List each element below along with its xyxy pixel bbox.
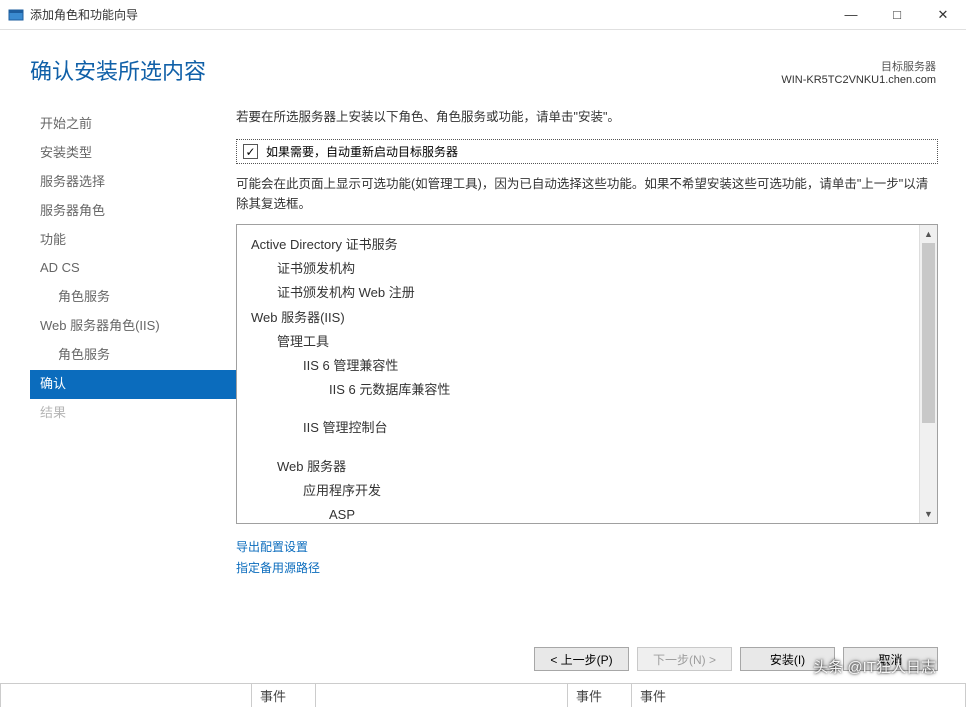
selections-listbox: Active Directory 证书服务证书颁发机构证书颁发机构 Web 注册… — [236, 224, 938, 524]
restart-checkbox-row[interactable]: ✓ 如果需要，自动重新启动目标服务器 — [236, 139, 938, 164]
status-strip: 事件 事件 事件 — [0, 683, 966, 707]
target-server-label: 目标服务器 — [781, 58, 936, 74]
nav-item-4[interactable]: 功能 — [30, 226, 236, 255]
status-cell-event3: 事件 — [632, 684, 966, 707]
page-header: 确认安装所选内容 目标服务器 WIN-KR5TC2VNKU1.chen.com — [0, 30, 966, 96]
scroll-up-icon[interactable]: ▲ — [920, 225, 937, 243]
list-item: IIS 6 元数据库兼容性 — [237, 378, 919, 402]
list-item: ASP — [237, 503, 919, 523]
minimize-button[interactable]: — — [828, 0, 874, 30]
app-icon — [8, 7, 24, 23]
nav-item-2[interactable]: 服务器选择 — [30, 168, 236, 197]
scroll-down-icon[interactable]: ▼ — [920, 505, 937, 523]
wizard-nav: 开始之前安装类型服务器选择服务器角色功能AD CS角色服务Web 服务器角色(I… — [30, 106, 236, 629]
nav-item-5[interactable]: AD CS — [30, 254, 236, 283]
target-server-box: 目标服务器 WIN-KR5TC2VNKU1.chen.com — [781, 54, 936, 86]
list-item: Web 服务器(IIS) — [237, 306, 919, 330]
links-area: 导出配置设置 指定备用源路径 — [236, 524, 938, 578]
status-cell-event1: 事件 — [252, 684, 316, 707]
restart-checkbox-label: 如果需要，自动重新启动目标服务器 — [266, 143, 458, 160]
cancel-button[interactable]: 取消 — [843, 647, 938, 671]
list-item: 应用程序开发 — [237, 479, 919, 503]
list-item: 管理工具 — [237, 330, 919, 354]
export-config-link[interactable]: 导出配置设置 — [236, 536, 938, 557]
nav-item-10: 结果 — [30, 399, 236, 428]
nav-item-3[interactable]: 服务器角色 — [30, 197, 236, 226]
selections-listbox-inner: Active Directory 证书服务证书颁发机构证书颁发机构 Web 注册… — [237, 225, 919, 523]
list-item: 证书颁发机构 — [237, 257, 919, 281]
list-item: IIS 管理控制台 — [237, 416, 919, 440]
maximize-button[interactable]: □ — [874, 0, 920, 30]
nav-item-0[interactable]: 开始之前 — [30, 110, 236, 139]
listbox-scrollbar[interactable]: ▲ ▼ — [919, 225, 937, 523]
nav-item-6[interactable]: 角色服务 — [30, 283, 236, 312]
list-item: Active Directory 证书服务 — [237, 233, 919, 257]
page-title: 确认安装所选内容 — [30, 54, 781, 86]
close-button[interactable]: ✕ — [920, 0, 966, 30]
list-item: Web 服务器 — [237, 455, 919, 479]
note-text: 可能会在此页面上显示可选功能(如管理工具)，因为已自动选择这些功能。如果不希望安… — [236, 174, 938, 214]
status-cell — [316, 684, 568, 707]
nav-item-9[interactable]: 确认 — [30, 370, 236, 399]
restart-checkbox[interactable]: ✓ — [243, 144, 258, 159]
next-button: 下一步(N) > — [637, 647, 732, 671]
nav-item-8[interactable]: 角色服务 — [30, 341, 236, 370]
target-server-name: WIN-KR5TC2VNKU1.chen.com — [781, 74, 936, 86]
intro-text: 若要在所选服务器上安装以下角色、角色服务或功能，请单击"安装"。 — [236, 106, 938, 125]
list-item: IIS 6 管理兼容性 — [237, 354, 919, 378]
install-button[interactable]: 安装(I) — [740, 647, 835, 671]
alt-source-path-link[interactable]: 指定备用源路径 — [236, 557, 938, 578]
title-bar: 添加角色和功能向导 — □ ✕ — [0, 0, 966, 30]
wizard-buttons: < 上一步(P) 下一步(N) > 安装(I) 取消 — [0, 629, 966, 683]
status-cell-event2: 事件 — [568, 684, 632, 707]
window-title: 添加角色和功能向导 — [30, 6, 828, 23]
status-cell — [0, 684, 252, 707]
nav-item-1[interactable]: 安装类型 — [30, 139, 236, 168]
nav-item-7[interactable]: Web 服务器角色(IIS) — [30, 312, 236, 341]
previous-button[interactable]: < 上一步(P) — [534, 647, 629, 671]
scroll-thumb[interactable] — [922, 243, 935, 423]
list-item: 证书颁发机构 Web 注册 — [237, 281, 919, 305]
